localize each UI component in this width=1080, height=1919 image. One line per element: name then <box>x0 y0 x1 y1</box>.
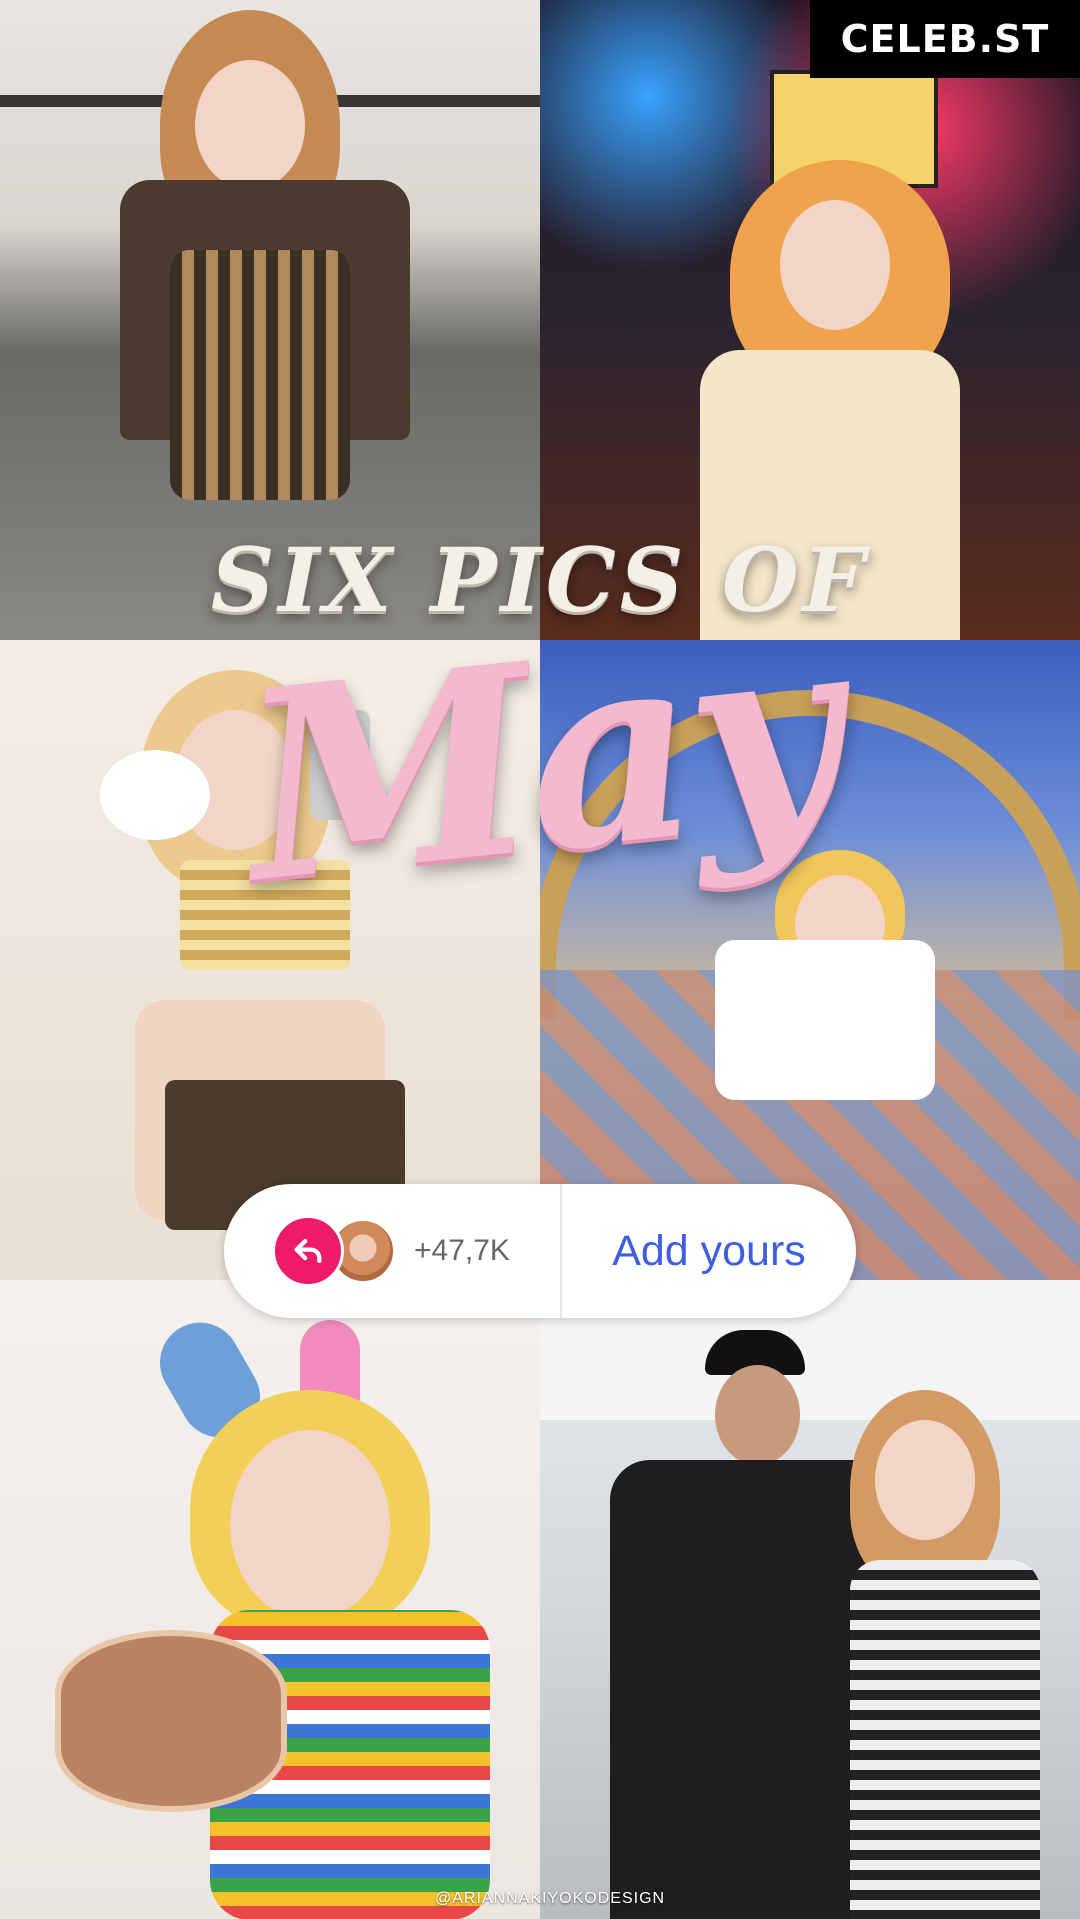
face-right <box>875 1420 975 1540</box>
white-tee <box>715 940 935 1100</box>
credit-handle: @ARIANNAKIYOKODESIGN <box>435 1890 666 1907</box>
add-yours-label: Add yours <box>612 1226 806 1275</box>
striped-top <box>850 1560 1040 1919</box>
participants[interactable]: +47,7K <box>224 1184 560 1318</box>
brand-label: CELEB.ST <box>840 17 1050 61</box>
face <box>230 1430 390 1620</box>
participant-count: +47,7K <box>414 1234 510 1267</box>
photo-6 <box>540 1280 1080 1919</box>
add-yours-sticker[interactable]: +47,7K Add yours <box>224 1184 856 1318</box>
face <box>780 200 890 330</box>
photo-collage <box>0 0 1080 1919</box>
striped-dress <box>170 250 350 500</box>
add-yours-button[interactable]: Add yours <box>562 1227 856 1276</box>
cake <box>55 1630 287 1812</box>
face-left <box>715 1365 800 1465</box>
photo-5 <box>0 1280 540 1919</box>
brand-badge: CELEB.ST <box>810 0 1080 78</box>
reply-icon <box>272 1215 344 1287</box>
face <box>195 60 305 190</box>
